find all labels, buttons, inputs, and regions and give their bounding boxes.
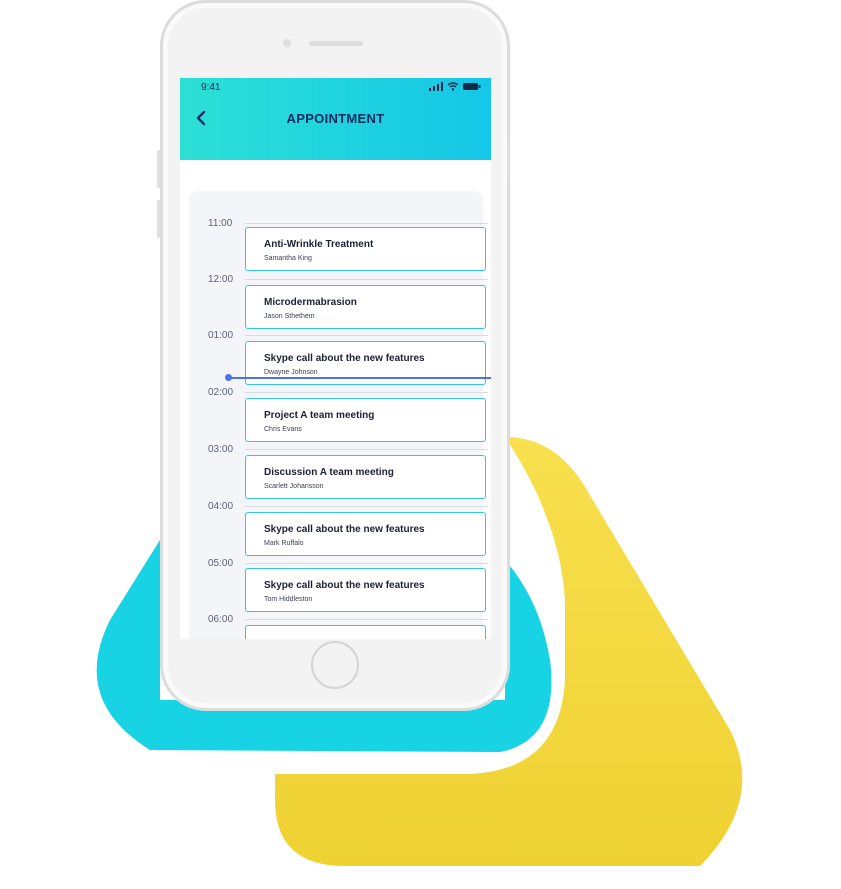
status-icons: [429, 82, 481, 91]
front-camera: [283, 39, 291, 47]
time-grid-line: [245, 335, 488, 336]
appointment-card[interactable]: Anti-Wrinkle Treatment Samantha King: [245, 227, 486, 271]
appointment-title: Microdermabrasion: [264, 297, 357, 308]
time-slot-label: 06:00: [208, 614, 234, 625]
volume-button: [157, 150, 160, 188]
appointment-card[interactable]: Project A team meeting Chris Evans: [245, 398, 486, 442]
home-button[interactable]: [311, 641, 359, 689]
appointment-title: Anti-Wrinkle Treatment: [264, 239, 374, 250]
time-slot-label: 12:00: [208, 274, 234, 285]
appointment-title: Discussion A team meeting: [264, 467, 394, 478]
appointment-card[interactable]: Skype call about the new features Mark R…: [245, 512, 486, 556]
appointment-card[interactable]: Microdermabrasion Jason Sthethem: [245, 285, 486, 329]
time-slot-label: 04:00: [208, 501, 234, 512]
appointment-person: Mark Ruffalo: [264, 540, 304, 547]
time-slot-label: 01:00: [208, 330, 234, 341]
time-grid-line: [245, 619, 488, 620]
battery-icon: [463, 83, 481, 90]
time-grid-line: [245, 279, 488, 280]
appointment-person: Samantha King: [264, 255, 312, 262]
appointment-card[interactable]: Discussion A team meeting Scarlett Johan…: [245, 455, 486, 499]
appointment-person: Tom Hiddleston: [264, 596, 313, 603]
app-header: 9:41 APPOINTMENT: [180, 78, 491, 160]
appointment-title: Skype call about the new features: [264, 524, 425, 535]
side-button: [507, 138, 510, 182]
appointment-person: Chris Evans: [264, 426, 302, 433]
earpiece-speaker: [309, 41, 363, 46]
appointment-title: Skype call about the new features: [264, 580, 425, 591]
time-grid-line: [245, 506, 488, 507]
wifi-icon: [447, 82, 459, 91]
time-grid-line: [245, 563, 488, 564]
time-grid-line: [245, 392, 488, 393]
signal-icon: [429, 82, 443, 91]
time-slot-label: 03:00: [208, 444, 234, 455]
schedule-panel: 11:00 12:00 01:00 02:00 03:00 04:00 05:0…: [189, 191, 488, 639]
page-title: APPOINTMENT: [286, 111, 385, 126]
appointment-title: Skype call about the new features: [264, 353, 425, 364]
appointment-card[interactable]: [245, 625, 486, 639]
phone-screen: 9:41 APPOINTMENT 11:00 12:00 01:00 02:00…: [180, 78, 491, 639]
time-slot-label: 02:00: [208, 387, 234, 398]
appointment-title: Project A team meeting: [264, 410, 375, 421]
volume-button: [157, 200, 160, 238]
appointment-person: Jason Sthethem: [264, 313, 315, 320]
appointment-person: Dwayne Johnson: [264, 369, 318, 376]
time-grid-line: [245, 449, 488, 450]
appointment-card[interactable]: Skype call about the new features Tom Hi…: [245, 568, 486, 612]
time-slot-label: 05:00: [208, 558, 234, 569]
current-time-dot: [225, 374, 232, 381]
current-time-line: [229, 377, 491, 379]
appointment-person: Scarlett Johansson: [264, 483, 324, 490]
status-time: 9:41: [201, 82, 221, 93]
time-slot-label: 11:00: [208, 218, 233, 229]
time-grid-line: [245, 223, 488, 224]
